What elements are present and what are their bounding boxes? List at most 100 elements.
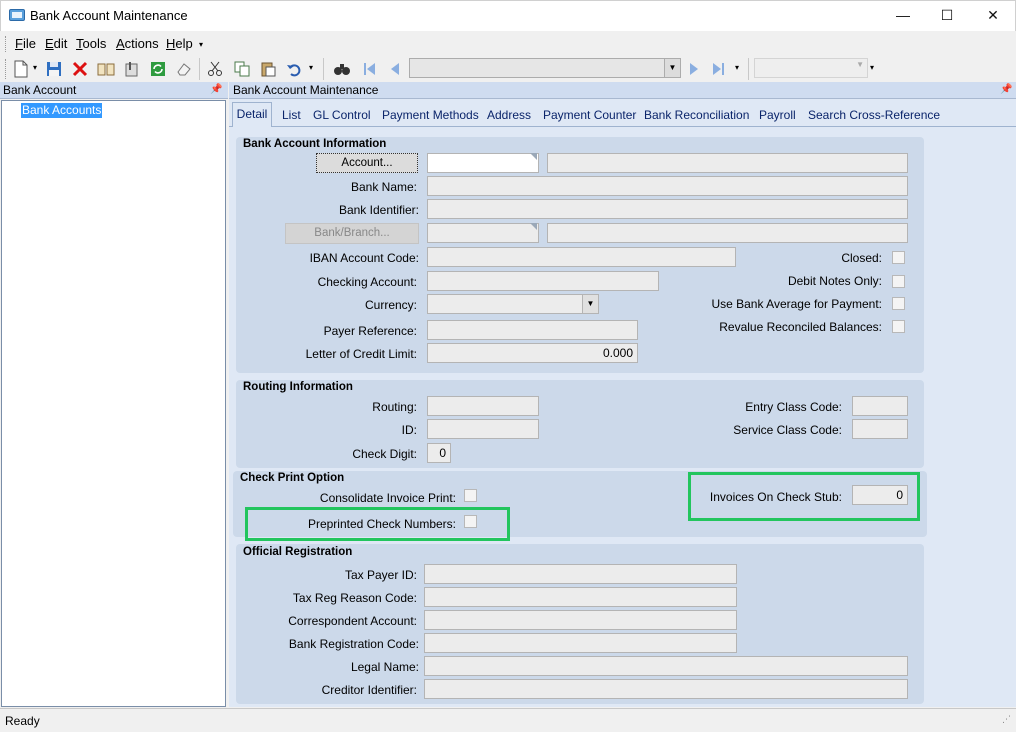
next-record-icon[interactable] [684,59,704,79]
undo-dropdown-icon[interactable]: ▾ [309,63,313,72]
debit-notes-checkbox[interactable] [892,275,905,288]
menu-file[interactable]: File [15,36,36,51]
toolbar-overflow-icon[interactable]: ▾ [870,63,874,72]
cut-icon[interactable] [205,59,225,79]
new-dropdown-icon[interactable]: ▾ [33,63,37,72]
previous-record-icon[interactable] [385,59,405,79]
delete-icon[interactable] [70,59,90,79]
chevron-down-icon[interactable]: ▼ [582,295,598,313]
tree-item-bank-accounts[interactable]: Bank Accounts [21,103,103,118]
record-navigation-combo[interactable]: ▼ [409,58,681,78]
checking-account-label: Checking Account: [317,275,417,289]
checking-account-field[interactable] [427,271,659,291]
menu-actions[interactable]: Actions [116,36,159,51]
tab-gl-control[interactable]: GL Control [313,108,371,122]
nav-overflow-icon[interactable]: ▾ [735,63,739,72]
preprinted-check-checkbox[interactable] [464,515,477,528]
service-class-field[interactable] [852,419,908,439]
check-digit-label: Check Digit: [352,447,417,461]
pin-icon[interactable]: 📌 [210,84,222,95]
save-icon[interactable] [44,59,64,79]
view-combo[interactable]: ▼ [754,58,868,78]
toolbar-separator [748,58,749,80]
consolidate-invoice-checkbox[interactable] [464,489,477,502]
last-record-icon[interactable] [708,59,728,79]
creditor-identifier-field[interactable] [424,679,908,699]
consolidate-invoice-label: Consolidate Invoice Print: [319,491,456,505]
bank-branch-description-field[interactable] [547,223,908,243]
invoices-on-stub-label: Invoices On Check Stub: [709,490,842,504]
account-id-field[interactable] [427,153,539,173]
status-bar [0,708,1016,732]
tab-payment-methods[interactable]: Payment Methods [382,108,479,122]
paste-icon[interactable] [258,59,278,79]
menu-grip [5,36,8,52]
bank-average-checkbox[interactable] [892,297,905,310]
bank-identifier-field[interactable] [427,199,908,219]
bank-branch-field[interactable] [427,223,539,243]
bank-registration-label: Bank Registration Code: [288,637,419,651]
invoices-on-stub-field[interactable]: 0 [852,485,908,505]
close-button[interactable]: ✕ [970,0,1016,30]
tax-payer-field[interactable] [424,564,737,584]
book-icon[interactable] [96,59,116,79]
payer-reference-field[interactable] [427,320,638,340]
bank-registration-field[interactable] [424,633,737,653]
chevron-down-icon[interactable]: ▼ [856,60,864,69]
tax-reg-reason-field[interactable] [424,587,737,607]
account-button[interactable]: Account... [316,153,418,173]
tab-search-cross-reference[interactable]: Search Cross-Reference [808,108,940,122]
copy-icon[interactable] [232,59,252,79]
currency-label: Currency: [364,298,417,312]
bank-name-label: Bank Name: [350,180,417,194]
app-icon [9,8,25,22]
tab-address[interactable]: Address [487,108,531,122]
entry-class-label: Entry Class Code: [745,400,842,414]
tree-view[interactable] [1,100,226,707]
undo-icon[interactable] [284,59,304,79]
check-digit-field[interactable]: 0 [427,443,451,463]
preprinted-check-label: Preprinted Check Numbers: [307,517,456,531]
menu-tools[interactable]: Tools [76,36,106,51]
tab-underline [229,126,1016,127]
bank-name-field[interactable] [427,176,908,196]
bank-branch-button[interactable]: Bank/Branch... [285,223,419,244]
new-icon[interactable] [11,59,31,79]
id-field[interactable] [427,419,539,439]
minimize-button[interactable]: — [880,0,926,30]
revalue-label: Revalue Reconciled Balances: [719,320,882,334]
menu-help[interactable]: Help [166,36,193,51]
field-corner-marker [530,153,537,160]
routing-field[interactable] [427,396,539,416]
id-label: ID: [401,423,417,437]
tab-payroll[interactable]: Payroll [759,108,796,122]
clear-icon[interactable] [174,59,194,79]
tab-bank-reconciliation[interactable]: Bank Reconciliation [644,108,749,122]
iban-label: IBAN Account Code: [309,251,419,265]
resize-grip-icon[interactable]: ⋰ [1002,715,1014,730]
tab-detail[interactable]: Detail [232,102,272,127]
letter-of-credit-field[interactable]: 0.000 [427,343,638,363]
tab-list[interactable]: List [282,108,301,122]
correspondent-account-field[interactable] [424,610,737,630]
first-record-icon[interactable] [360,59,380,79]
toolbar-separator [199,58,200,80]
legal-name-field[interactable] [424,656,908,676]
entry-class-field[interactable] [852,396,908,416]
tab-payment-counter[interactable]: Payment Counter [543,108,636,122]
bank-average-label: Use Bank Average for Payment: [711,297,882,311]
account-description-field[interactable] [547,153,908,173]
maximize-button[interactable]: ☐ [924,0,970,30]
menu-edit[interactable]: Edit [45,36,67,51]
closed-checkbox[interactable] [892,251,905,264]
currency-select[interactable]: ▼ [427,294,599,314]
left-panel-title: Bank Account [3,83,77,97]
attach-icon[interactable] [122,59,142,79]
letter-of-credit-label: Letter of Credit Limit: [305,347,417,361]
revalue-checkbox[interactable] [892,320,905,333]
menu-overflow-icon[interactable]: ▾ [199,40,203,49]
search-icon[interactable] [332,59,352,79]
pin-icon[interactable]: 📌 [1000,84,1012,95]
chevron-down-icon[interactable]: ▼ [664,59,680,77]
refresh-icon[interactable] [148,59,168,79]
